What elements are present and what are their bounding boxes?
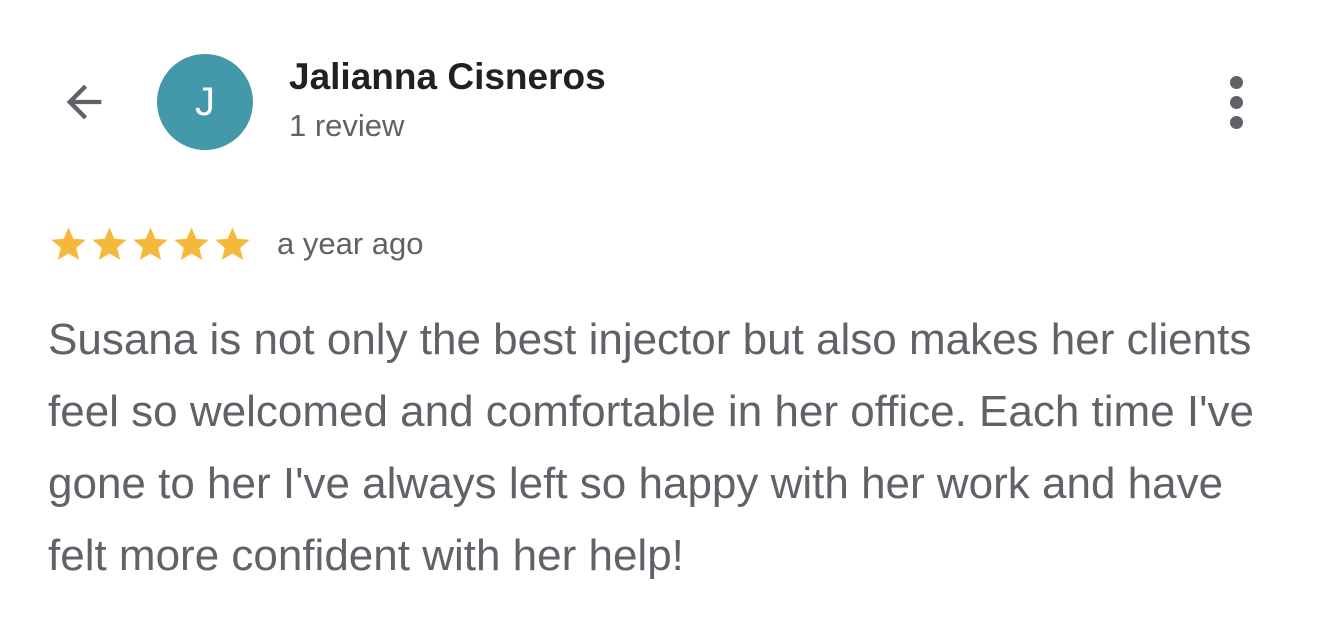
star-rating — [48, 224, 253, 265]
avatar: J — [157, 54, 253, 150]
more-vert-icon-dot — [1229, 115, 1243, 129]
rating-row: a year ago — [48, 222, 424, 266]
star-icon — [133, 226, 168, 260]
star-icon — [174, 226, 209, 260]
reviewer-name[interactable]: Jalianna Cisneros — [289, 56, 606, 98]
more-vert-icon-dot — [1229, 95, 1243, 109]
star-icon — [92, 226, 127, 260]
back-button[interactable] — [52, 70, 116, 134]
review-count: 1 review — [289, 108, 405, 143]
star-icon — [215, 226, 250, 260]
star-icon — [51, 226, 86, 260]
arrow-left-icon — [66, 84, 102, 120]
review-text: Susana is not only the best injector but… — [48, 315, 1254, 580]
more-options-button[interactable] — [1210, 70, 1262, 134]
review-time: a year ago — [277, 226, 424, 261]
avatar-letter: J — [195, 79, 215, 124]
more-vert-icon-dot — [1229, 75, 1243, 89]
